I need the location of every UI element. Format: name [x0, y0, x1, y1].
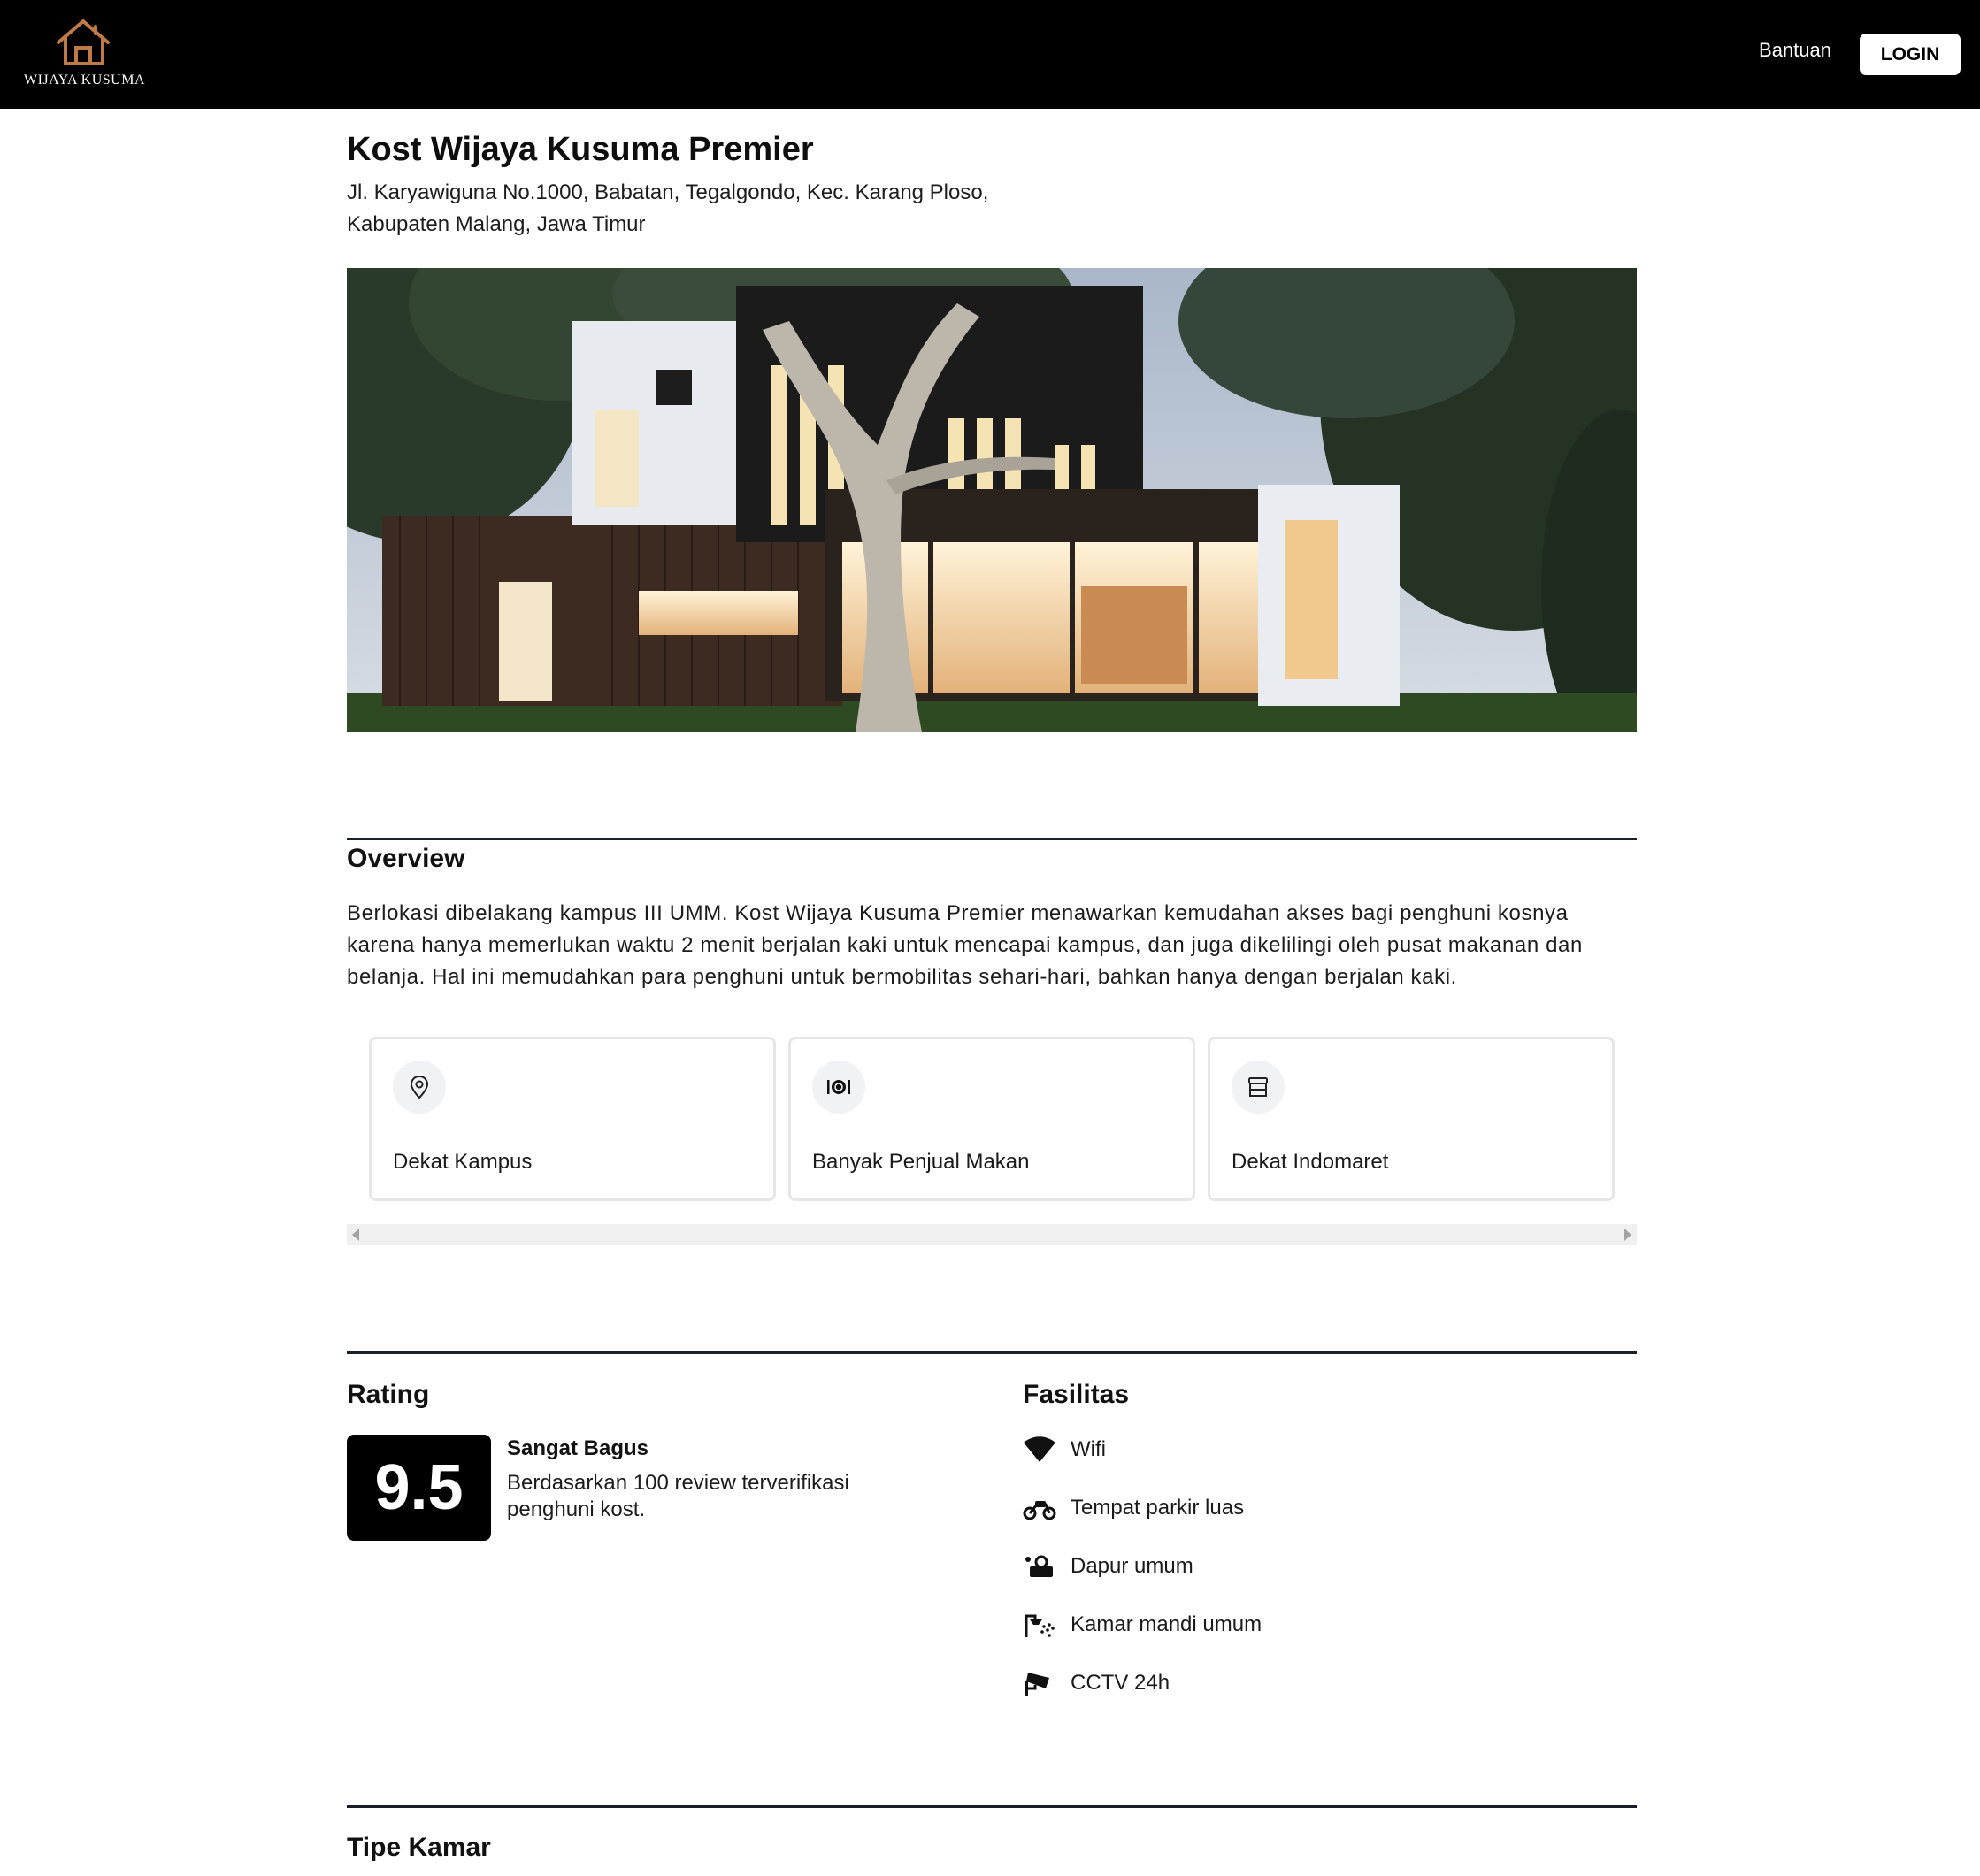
brand-logo[interactable]: WIJAYA KUSUMA [16, 16, 153, 92]
brand-name: WIJAYA KUSUMA [23, 73, 146, 88]
rating-title: Sangat Bagus [507, 1436, 649, 1460]
facility-label: Kamar mandi umum [1071, 1612, 1262, 1636]
help-link[interactable]: Bantuan [1759, 39, 1831, 62]
property-photo [347, 268, 1637, 732]
scroll-left-arrow-icon[interactable] [352, 1229, 359, 1241]
rating-score: 9.5 [347, 1435, 491, 1541]
location-pin-icon [393, 1061, 446, 1114]
facility-label: Dapur umum [1071, 1554, 1193, 1578]
store-icon [1232, 1061, 1285, 1114]
highlight-label: Dekat Kampus [393, 1150, 533, 1174]
highlight-label: Banyak Penjual Makan [812, 1150, 1030, 1174]
highlights-carousel[interactable]: Dekat Kampus Banyak Penjual Makan Dekat … [347, 1037, 1637, 1249]
motorcycle-icon [1023, 1501, 1056, 1520]
property-address: Jl. Karyawiguna No.1000, Babatan, Tegalg… [347, 180, 989, 236]
shower-icon [1025, 1614, 1055, 1637]
plate-cutlery-icon [812, 1061, 865, 1114]
overview-heading: Overview [347, 844, 465, 873]
top-navbar: WIJAYA KUSUMA Bantuan LOGIN [0, 0, 1980, 109]
page-title: Kost Wijaya Kusuma Premier [347, 131, 814, 168]
rating-heading: Rating [347, 1380, 430, 1409]
wifi-icon [1024, 1436, 1055, 1462]
highlight-card: Dekat Indomaret [1208, 1037, 1615, 1201]
kitchen-icon [1025, 1555, 1053, 1577]
scroll-right-arrow-icon[interactable] [1624, 1229, 1631, 1241]
highlight-card: Banyak Penjual Makan [788, 1037, 1195, 1201]
facility-label: Tempat parkir luas [1071, 1496, 1245, 1520]
section-divider [347, 838, 1637, 840]
rating-description: Berdasarkan 100 review terverifikasi pen… [507, 1471, 849, 1521]
facility-label: CCTV 24h [1071, 1671, 1170, 1695]
highlight-card: Dekat Kampus [369, 1037, 776, 1201]
room-types-heading: Tipe Kamar [347, 1833, 491, 1862]
cctv-icon [1025, 1673, 1049, 1696]
overview-description: Berlokasi dibelakang kampus III UMM. Kos… [347, 901, 1583, 989]
section-divider [347, 1805, 1637, 1808]
facilities-heading: Fasilitas [1023, 1380, 1130, 1409]
highlight-label: Dekat Indomaret [1232, 1150, 1389, 1174]
facility-label: Wifi [1071, 1437, 1106, 1461]
horizontal-scrollbar[interactable] [347, 1224, 1637, 1245]
login-button[interactable]: LOGIN [1860, 34, 1961, 75]
house-logo-icon [57, 19, 110, 65]
section-divider [347, 1351, 1637, 1354]
